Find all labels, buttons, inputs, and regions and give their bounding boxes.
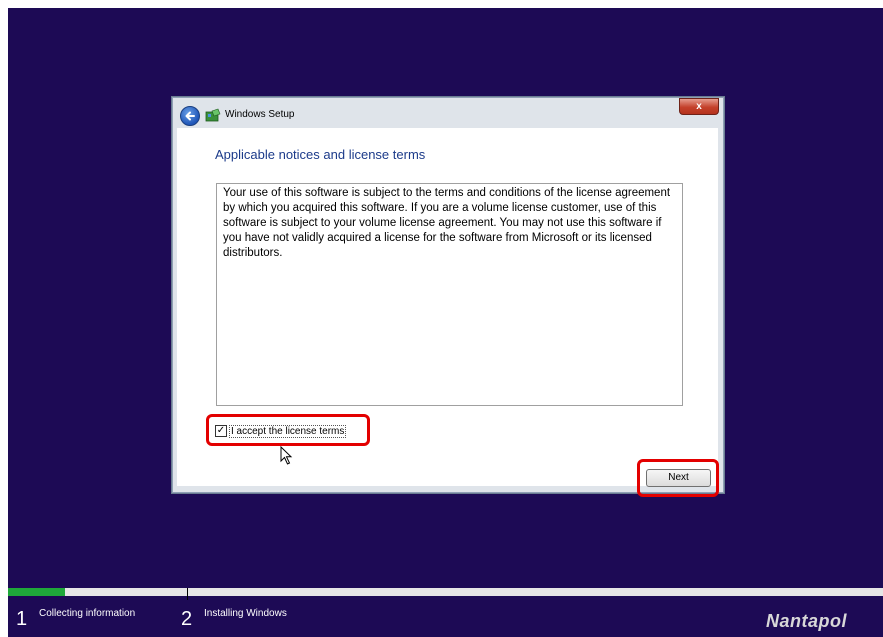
progress-fill xyxy=(8,588,65,596)
close-icon: x xyxy=(696,101,702,112)
watermark: Nantapol xyxy=(766,611,848,631)
setup-steps: 1 Collecting information 2 Installing Wi… xyxy=(8,596,883,637)
window-title: Windows Setup xyxy=(225,109,295,120)
page-heading: Applicable notices and license terms xyxy=(215,147,426,162)
step-2-number: 2 xyxy=(181,608,193,630)
windows-setup-icon xyxy=(205,108,221,122)
setup-dialog: Windows Setup x Applicable notices and l… xyxy=(172,97,724,497)
close-button[interactable]: x xyxy=(679,98,719,115)
highlight-annotation-next xyxy=(637,459,719,497)
step-1-label: Collecting information xyxy=(39,608,136,619)
step-2-label: Installing Windows xyxy=(204,608,287,619)
title-bar: Windows Setup x xyxy=(173,98,723,128)
progress-bar xyxy=(8,588,883,596)
license-text: Your use of this software is subject to … xyxy=(223,187,671,259)
setup-background: Windows Setup x Applicable notices and l… xyxy=(8,8,883,637)
dialog-content: Applicable notices and license terms You… xyxy=(177,128,719,497)
back-button[interactable] xyxy=(180,106,200,126)
step-1-number: 1 xyxy=(16,608,28,630)
highlight-annotation-accept xyxy=(206,414,370,446)
license-text-box[interactable]: Your use of this software is subject to … xyxy=(216,183,683,406)
back-arrow-icon xyxy=(185,111,195,121)
mouse-cursor-icon xyxy=(280,446,293,465)
